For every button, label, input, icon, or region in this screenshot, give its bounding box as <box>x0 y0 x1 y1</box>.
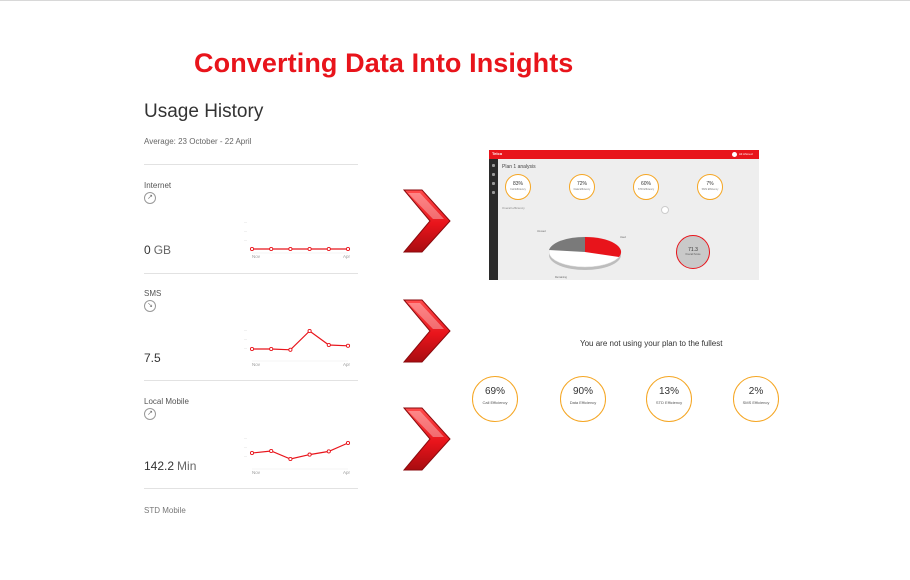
usage-history-panel: Usage History Average: 23 October - 22 A… <box>144 96 360 516</box>
chart-icon[interactable] <box>492 173 495 176</box>
sparkline-point <box>269 448 274 454</box>
pie-label-used: Used <box>620 236 626 239</box>
efficiency-circle-sms: 2% SMS Efficiency <box>733 376 779 422</box>
divider <box>144 488 358 489</box>
axis-label-start: Nov <box>252 362 261 367</box>
sparkline-chart: — — — Nov Apr <box>244 328 351 367</box>
home-icon[interactable] <box>492 164 495 167</box>
dashboard-title: Plan 1 analysis <box>502 164 536 170</box>
metric-circle: 7% SMS Efficiency <box>697 174 723 200</box>
sparkline-point <box>326 449 331 454</box>
metric-circle: 72% Data Efficiency <box>569 174 595 200</box>
info-icon[interactable] <box>661 206 669 214</box>
sparkline-point <box>249 450 255 456</box>
dashboard-subtitle: Overall efficiency <box>502 206 525 210</box>
sparkline-point <box>288 246 293 252</box>
sparkline-point <box>249 346 255 352</box>
svg-text:—: — <box>244 445 247 449</box>
svg-text:—: — <box>244 337 247 341</box>
usage-section-local-mobile[interactable]: Local Mobile ↗ 142.2 Min — — — Nov Apr <box>144 397 360 497</box>
next-section-label: STD Mobile <box>144 506 186 515</box>
pie-label-remaining: Remaining <box>555 276 567 279</box>
sparkline-chart: — — — Nov Apr <box>244 436 351 475</box>
axis-label-start: Nov <box>252 470 261 475</box>
chevron-right-icon <box>402 189 451 253</box>
top-divider <box>0 0 910 1</box>
svg-text:—: — <box>244 220 247 224</box>
svg-text:—: — <box>244 346 247 350</box>
svg-text:—: — <box>244 229 247 233</box>
divider <box>144 164 358 165</box>
user-name: Ali Ahmed <box>739 152 753 156</box>
sparkline-point <box>307 246 312 252</box>
svg-text:—: — <box>244 238 247 242</box>
list-icon[interactable] <box>492 182 495 185</box>
section-label: Local Mobile <box>144 397 189 406</box>
sparkline-point <box>307 452 312 457</box>
sparkline-point <box>249 246 255 252</box>
chevron-right-icon <box>402 407 451 471</box>
dashboard-topbar <box>489 150 759 159</box>
avatar-icon[interactable] <box>732 152 737 157</box>
sparkline-point <box>326 246 331 252</box>
section-label: SMS <box>144 289 162 298</box>
axis-label-end: Apr <box>343 362 351 367</box>
divider <box>144 380 358 381</box>
metric-circle: 60% STD Efficiency <box>633 174 659 200</box>
divider <box>144 273 358 274</box>
trend-down-icon: ↘ <box>144 300 156 312</box>
overall-score-circle: 71.3 Overall Score <box>676 235 710 269</box>
average-range: Average: 23 October - 22 April <box>144 137 252 146</box>
sparkline-point <box>345 343 351 348</box>
sparkline-point <box>345 246 351 252</box>
efficiency-circle-call: 69% Call Efficiency <box>472 376 518 422</box>
axis-label-end: Apr <box>343 254 351 259</box>
plan-usage-note: You are not using your plan to the fulle… <box>580 339 723 348</box>
usage-history-heading: Usage History <box>144 101 264 122</box>
trend-up-icon: ↗ <box>144 192 156 204</box>
usage-pie-chart <box>548 236 622 270</box>
efficiency-circle-data: 90% Data Efficiency <box>560 376 606 422</box>
usage-section-internet[interactable]: Internet ↗ 0 GB — — — Nov Apr <box>144 181 360 281</box>
svg-text:—: — <box>244 454 247 458</box>
svg-text:—: — <box>244 436 247 440</box>
sparkline-point <box>288 347 293 352</box>
chevron-right-icon <box>402 299 451 363</box>
sparkline-point <box>345 440 351 446</box>
sparkline-point <box>269 246 274 252</box>
trend-up-icon: ↗ <box>144 408 156 420</box>
page-title: Converting Data Into Insights <box>194 48 574 78</box>
sparkline-series <box>252 330 349 351</box>
axis-label-end: Apr <box>343 470 351 475</box>
axis-label-start: Nov <box>252 254 261 259</box>
sparkline-point <box>288 456 293 462</box>
brand-logo: Telco <box>492 151 503 156</box>
settings-icon[interactable] <box>492 191 495 194</box>
svg-text:—: — <box>244 328 247 332</box>
metric-circle: 83% Call Efficiency <box>505 174 531 200</box>
efficiency-circle-std: 13% STD Efficiency <box>646 376 692 422</box>
sparkline-point <box>326 342 331 348</box>
section-value: 7.5 <box>144 351 161 365</box>
section-label: Internet <box>144 181 172 190</box>
section-value: 142.2 Min <box>144 459 197 473</box>
pie-label-unused: Unused <box>537 230 546 233</box>
dashboard-sidebar <box>489 159 498 280</box>
sparkline-series <box>251 442 349 460</box>
sparkline-point <box>269 346 274 352</box>
sparkline-chart: — — — Nov Apr <box>244 220 351 259</box>
plan-analysis-dashboard: Telco Ali Ahmed Plan 1 analysis 83% Call … <box>489 150 759 280</box>
sparkline-point <box>307 328 312 334</box>
section-value: 0 GB <box>144 243 172 257</box>
usage-section-sms[interactable]: SMS ↘ 7.5 — — — Nov Apr <box>144 289 360 389</box>
